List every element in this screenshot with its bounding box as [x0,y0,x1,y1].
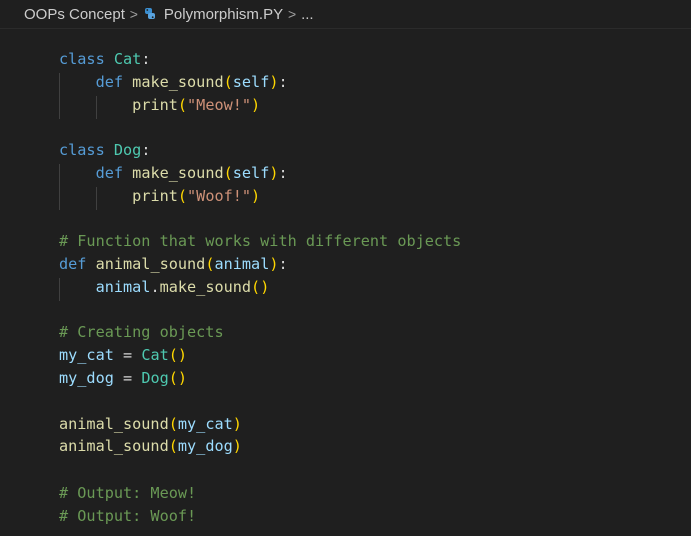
code-line: animal.make_sound() [95,278,270,296]
code-line: def make_sound(self): [95,73,288,91]
breadcrumb-more[interactable]: ... [301,6,314,23]
code-editor[interactable]: class Cat: def make_sound(self): print("… [0,29,691,536]
code-line: my_cat = Cat() [59,346,188,364]
code-comment: # Output: Woof! [59,507,197,525]
breadcrumb-folder[interactable]: OOPs Concept [24,6,125,23]
code-line: def make_sound(self): [95,164,288,182]
code-line: animal_sound(my_cat) [59,415,242,433]
code-line: print("Woof!") [132,187,261,205]
breadcrumb-file[interactable]: Polymorphism.PY [143,6,283,23]
python-file-icon [144,8,155,19]
breadcrumb: OOPs Concept > Polymorphism.PY > ... [0,0,691,29]
breadcrumb-file-label: Polymorphism.PY [163,5,284,23]
code-line: my_dog = Dog() [59,369,188,387]
vscode-editor-window: OOPs Concept > Polymorphism.PY > ... s c… [0,0,691,536]
breadcrumb-separator: > [288,6,297,22]
code-line: class Dog: [59,141,151,159]
code-comment: # Creating objects [59,323,224,341]
code-comment: # Output: Meow! [59,484,197,502]
code-line: def animal_sound(animal): [59,255,288,273]
code-line: class Cat: [59,50,151,68]
code-line: animal_sound(my_dog) [59,437,242,455]
code-line: print("Meow!") [132,96,261,114]
code-comment: # Function that works with different obj… [59,232,462,250]
breadcrumb-separator: > [129,6,138,22]
